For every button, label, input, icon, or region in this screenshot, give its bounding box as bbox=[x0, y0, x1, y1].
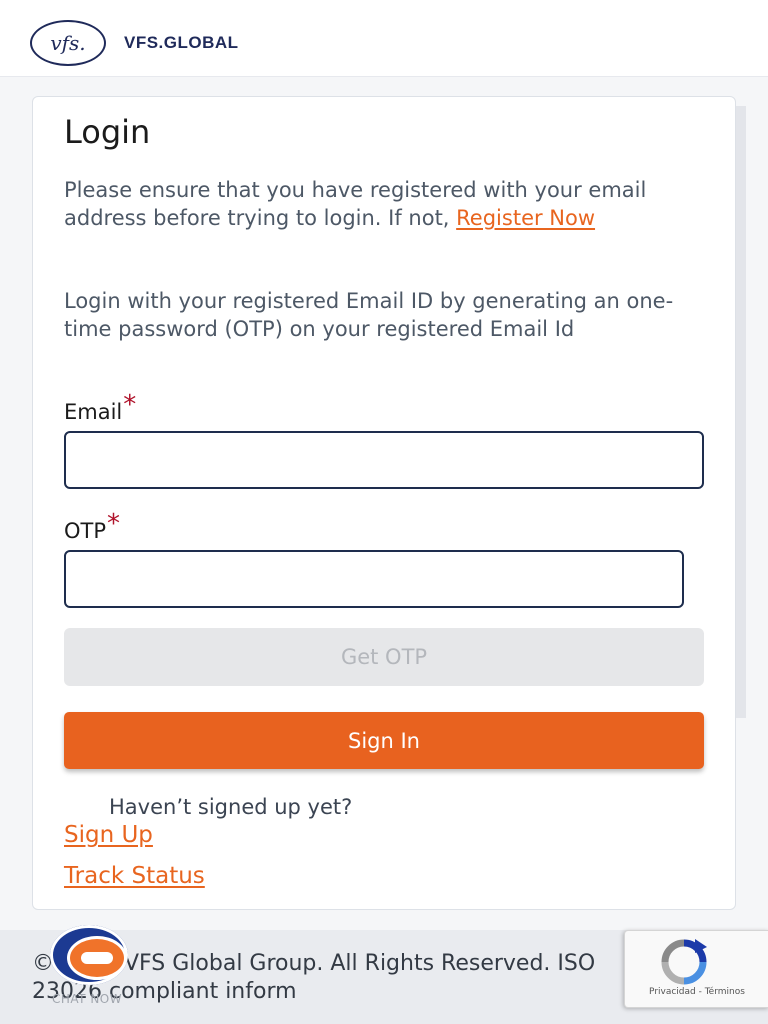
get-otp-button[interactable]: Get OTP bbox=[64, 628, 704, 686]
email-label-text: Email bbox=[64, 400, 123, 424]
page-edge-shadow bbox=[736, 106, 746, 718]
register-notice: Please ensure that you have registered w… bbox=[64, 176, 694, 232]
required-asterisk: * bbox=[123, 390, 137, 420]
chat-bot-icon[interactable] bbox=[50, 925, 128, 985]
sign-up-link[interactable]: Sign Up bbox=[64, 822, 153, 848]
otp-input[interactable] bbox=[64, 550, 684, 608]
chat-now-label[interactable]: CHAT NOW bbox=[52, 992, 122, 1006]
sign-in-button[interactable]: Sign In bbox=[64, 712, 704, 769]
chat-bot-visor-icon bbox=[81, 952, 113, 964]
recaptcha-badge[interactable]: Privacidad - Términos bbox=[624, 930, 768, 1008]
vfs-logo-icon[interactable]: vfs. bbox=[30, 20, 106, 66]
required-asterisk: * bbox=[107, 509, 121, 539]
recaptcha-icon bbox=[661, 939, 707, 985]
page-title: Login bbox=[64, 113, 151, 151]
email-input[interactable] bbox=[64, 431, 704, 489]
otp-instruction: Login with your registered Email ID by g… bbox=[64, 289, 674, 341]
otp-label: OTP* bbox=[64, 509, 120, 545]
brand-name[interactable]: VFS.GLOBAL bbox=[124, 33, 239, 53]
site-header: vfs. VFS.GLOBAL bbox=[0, 0, 768, 77]
track-status-link[interactable]: Track Status bbox=[64, 863, 205, 889]
register-now-link[interactable]: Register Now bbox=[456, 206, 595, 230]
otp-label-text: OTP bbox=[64, 519, 107, 543]
chat-widget[interactable]: CHAT NOW bbox=[42, 920, 140, 1008]
signup-prompt: Haven’t signed up yet? bbox=[109, 795, 353, 819]
email-label: Email* bbox=[64, 390, 136, 426]
chat-bot-face-icon bbox=[67, 936, 127, 980]
recaptcha-terms[interactable]: Privacidad - Términos bbox=[625, 987, 768, 997]
